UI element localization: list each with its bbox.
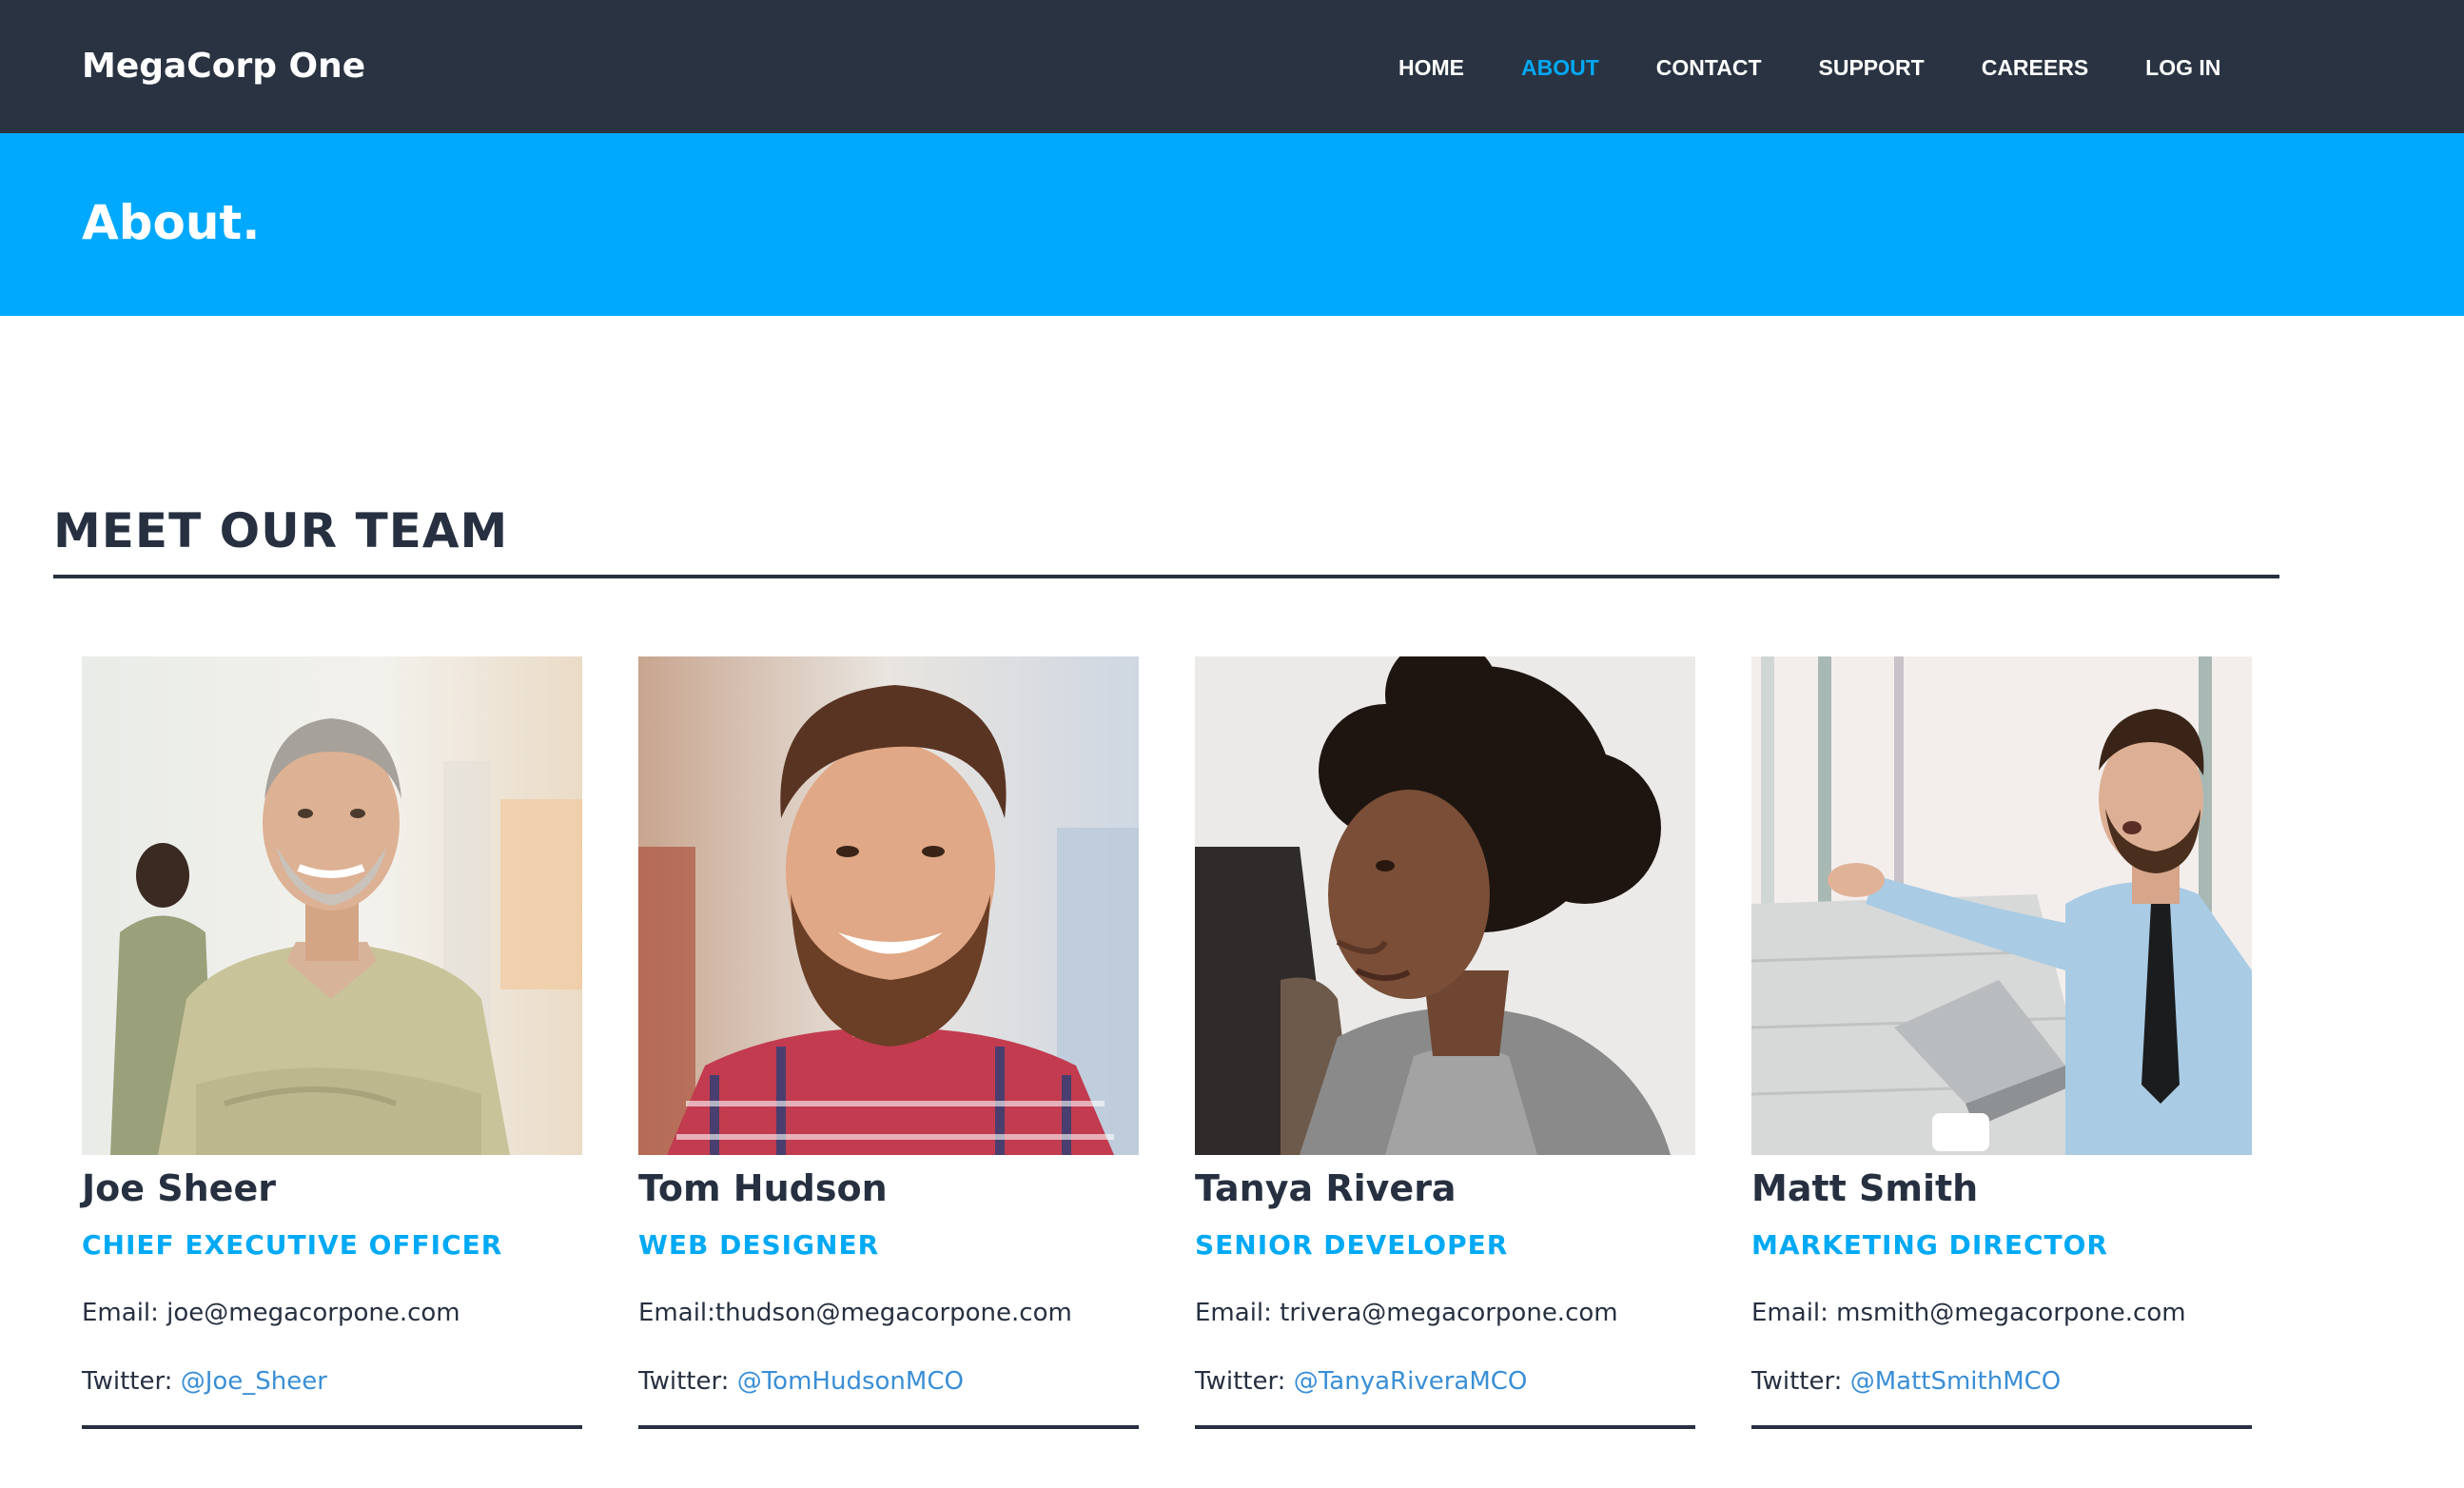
team-member-photo [1751,656,2252,1155]
nav-login[interactable]: LOG IN [2145,53,2220,82]
member-twitter: Twitter: @TanyaRiveraMCO [1195,1366,1527,1397]
team-member-card: Tom Hudson WEB DESIGNER Email:thudson@me… [638,656,1139,1429]
card-divider [1751,1425,2252,1429]
portrait-image [638,656,1139,1155]
member-name: Matt Smith [1751,1167,1979,1209]
member-email: Email:thudson@megacorpone.com [638,1299,1072,1327]
twitter-label: Twitter: [1751,1367,1850,1396]
team-member-card: Tanya Rivera SENIOR DEVELOPER Email: tri… [1195,656,1695,1429]
member-role: WEB DESIGNER [638,1229,880,1261]
portrait-image [1195,656,1695,1155]
card-divider [638,1425,1139,1429]
team-member-photo [1195,656,1695,1155]
nav-home[interactable]: HOME [1398,53,1464,82]
twitter-link[interactable]: @TanyaRiveraMCO [1294,1367,1528,1396]
member-twitter: Twitter: @MattSmithMCO [1751,1366,2061,1397]
nav-careers[interactable]: CAREERS [1982,53,2088,82]
page-title: About. [82,195,261,250]
team-member-card: Joe Sheer CHIEF EXECUTIVE OFFICER Email:… [82,656,582,1429]
twitter-link[interactable]: @Joe_Sheer [181,1367,327,1396]
twitter-label: Twitter: [82,1367,181,1396]
member-role: MARKETING DIRECTOR [1751,1229,2108,1261]
nav-contact[interactable]: CONTACT [1656,53,1762,82]
nav-support[interactable]: SUPPORT [1819,53,1925,82]
twitter-label: Twitter: [638,1367,737,1396]
section-divider [53,575,2279,578]
portrait-image [82,656,582,1155]
team-member-photo [82,656,582,1155]
member-email: Email: trivera@megacorpone.com [1195,1299,1618,1327]
card-divider [82,1425,582,1429]
page-banner: About. [0,133,2464,316]
main-nav: HOME ABOUT CONTACT SUPPORT CAREERS LOG I… [1398,53,2220,82]
member-role: SENIOR DEVELOPER [1195,1229,1509,1261]
nav-about[interactable]: ABOUT [1521,53,1599,82]
twitter-label: Twitter: [1195,1367,1294,1396]
portrait-image [1751,656,2252,1155]
member-twitter: Twitter: @TomHudsonMCO [638,1366,964,1397]
brand-logo-text[interactable]: MegaCorp One [82,46,365,88]
member-email: Email: joe@megacorpone.com [82,1299,460,1327]
member-name: Tom Hudson [638,1167,888,1209]
member-name: Joe Sheer [82,1167,276,1209]
twitter-link[interactable]: @TomHudsonMCO [737,1367,964,1396]
member-twitter: Twitter: @Joe_Sheer [82,1366,327,1397]
card-divider [1195,1425,1695,1429]
top-navbar: MegaCorp One HOME ABOUT CONTACT SUPPORT … [0,0,2464,133]
member-role: CHIEF EXECUTIVE OFFICER [82,1229,503,1261]
section-heading: MEET OUR TEAM [53,503,509,558]
team-member-card: Matt Smith MARKETING DIRECTOR Email: msm… [1751,656,2252,1429]
member-email: Email: msmith@megacorpone.com [1751,1299,2186,1327]
team-member-photo [638,656,1139,1155]
twitter-link[interactable]: @MattSmithMCO [1850,1367,2062,1396]
member-name: Tanya Rivera [1195,1167,1457,1209]
